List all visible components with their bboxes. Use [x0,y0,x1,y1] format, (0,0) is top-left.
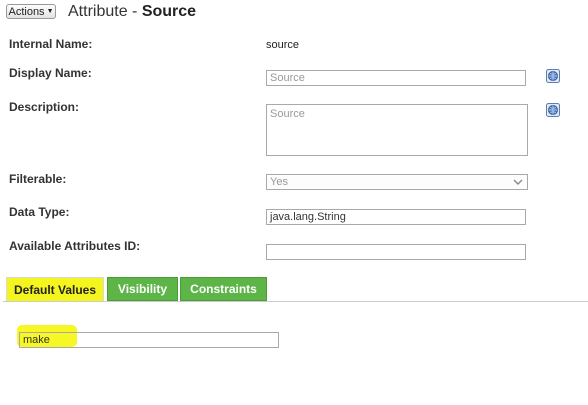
filterable-selected: Yes [270,176,288,188]
available-attributes-id-input[interactable] [266,244,526,260]
default-value-input[interactable]: make [19,332,279,348]
tab-default-values-label: Default Values [13,282,97,297]
page-title-name: Source [141,3,197,20]
page-title: Attribute - Source [68,3,196,21]
tab-default-values[interactable]: Default Values [6,277,104,301]
chevron-down-icon [513,179,523,185]
internal-name-value: source [266,39,300,51]
internal-name-label: Internal Name: [9,37,93,51]
data-type-input[interactable]: java.lang.String [266,209,526,225]
available-attributes-id-label: Available Attributes ID: [9,239,141,253]
page-title-prefix: Attribute - [68,3,142,20]
tab-constraints[interactable]: Constraints [180,277,267,301]
data-type-value: java.lang.String [270,211,346,223]
tab-visibility[interactable]: Visibility [107,277,178,301]
description-textarea[interactable]: Source [266,104,528,156]
display-name-label: Display Name: [9,66,92,80]
actions-button[interactable]: Actions ▼ [6,4,56,19]
filterable-select[interactable]: Yes [266,174,528,190]
localize-globe-icon[interactable] [545,102,561,118]
actions-label: Actions [8,5,45,18]
tab-divider [3,301,588,302]
display-name-placeholder: Source [270,72,305,84]
description-placeholder: Source [270,108,305,120]
caret-down-icon: ▼ [46,8,54,15]
filterable-label: Filterable: [9,172,67,186]
default-value-text: make [23,334,50,346]
tab-visibility-label: Visibility [117,282,168,296]
localize-globe-icon[interactable] [545,68,561,84]
description-label: Description: [9,100,80,114]
display-name-input[interactable]: Source [266,70,526,86]
data-type-label: Data Type: [9,205,70,219]
tab-constraints-label: Constraints [190,282,257,296]
